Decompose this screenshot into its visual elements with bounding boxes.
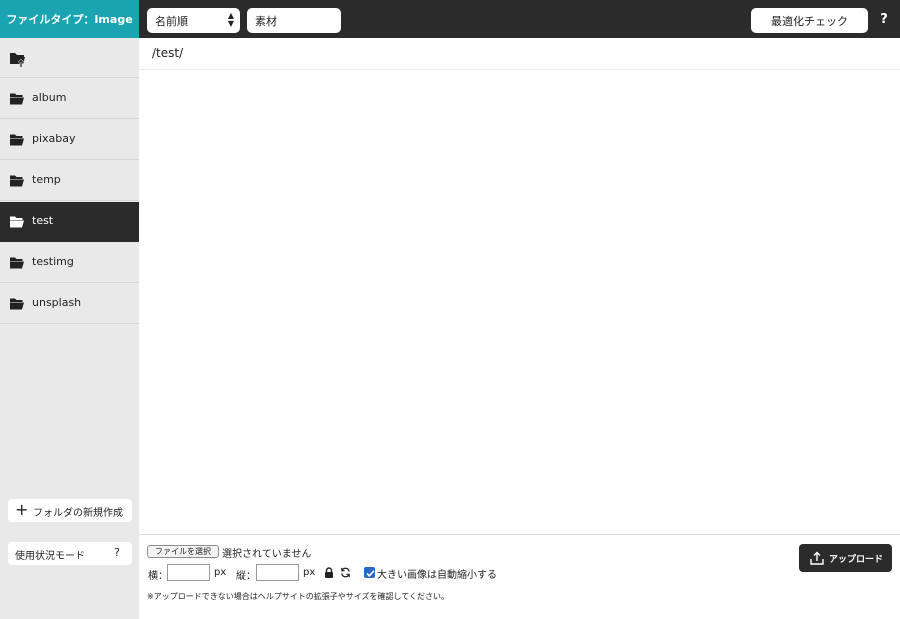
sidebar-item-label: temp xyxy=(32,173,61,186)
upload-icon xyxy=(810,551,824,565)
sidebar: album pixabay temp test testimg unsplash + フォ… xyxy=(0,38,139,619)
height-input[interactable] xyxy=(256,564,299,581)
sort-select[interactable]: 名前順 ▲ ▼ xyxy=(147,8,240,33)
sidebar-item-label: pixabay xyxy=(32,132,76,145)
top-bar: ファイルタイプ：Image 名前順 ▲▼ 最適化チェック ? xyxy=(0,0,900,38)
sidebar-item-test[interactable]: test xyxy=(0,202,139,242)
folder-open-icon xyxy=(10,175,24,187)
file-type-label: ファイルタイプ：Image xyxy=(0,0,139,38)
search-input[interactable] xyxy=(247,8,341,33)
auto-shrink-checkbox[interactable] xyxy=(364,567,375,578)
checkmark-icon xyxy=(366,570,375,577)
divider xyxy=(139,69,900,70)
lock-icon[interactable] xyxy=(324,567,334,578)
folder-open-icon xyxy=(10,298,24,310)
width-label: 横： xyxy=(148,571,168,582)
folder-open-icon xyxy=(10,134,24,146)
sidebar-item-unsplash[interactable]: unsplash xyxy=(0,284,139,324)
usage-help-icon[interactable]: ? xyxy=(114,546,120,559)
folder-up-button[interactable] xyxy=(0,38,139,78)
folder-up-icon xyxy=(10,53,25,67)
width-unit: px xyxy=(214,567,227,578)
refresh-icon[interactable] xyxy=(340,567,351,578)
sidebar-item-label: album xyxy=(32,91,67,104)
upload-note: ※アップロードできない場合はヘルプサイトの拡張子やサイズを確認してください。 xyxy=(147,592,449,601)
height-label: 縦： xyxy=(236,571,256,582)
sidebar-item-label: testimg xyxy=(32,255,74,268)
new-folder-button[interactable]: + フォルダの新規作成 xyxy=(8,499,132,522)
sidebar-item-temp[interactable]: temp xyxy=(0,161,139,201)
width-input[interactable] xyxy=(167,564,210,581)
divider xyxy=(139,534,900,535)
height-unit: px xyxy=(303,567,316,578)
sidebar-item-label: unsplash xyxy=(32,296,82,309)
upload-button[interactable]: アップロード xyxy=(799,544,892,572)
sidebar-item-testimg[interactable]: testimg xyxy=(0,243,139,283)
folder-open-icon xyxy=(10,93,24,105)
current-path: /test/ xyxy=(152,46,184,60)
new-folder-label: フォルダの新規作成 xyxy=(33,508,123,519)
no-file-selected-text: 選択されていません xyxy=(222,549,312,560)
file-choose-button[interactable]: ファイルを選択 xyxy=(147,545,219,558)
sidebar-item-label: test xyxy=(32,214,54,227)
folder-open-icon xyxy=(10,257,24,269)
sidebar-item-album[interactable]: album xyxy=(0,79,139,119)
optimize-check-button[interactable]: 最適化チェック xyxy=(751,8,868,33)
sort-select-value: 名前順 xyxy=(155,14,188,28)
select-arrows-icon: ▲ ▼ xyxy=(227,11,234,28)
usage-mode-label: 使用状況モード xyxy=(15,551,85,562)
usage-mode-button[interactable]: 使用状況モード ? xyxy=(8,542,132,565)
help-button[interactable]: ? xyxy=(876,10,892,28)
auto-shrink-label: 大きい画像は自動縮小する xyxy=(377,570,497,581)
plus-icon: + xyxy=(15,500,29,519)
sidebar-item-pixabay[interactable]: pixabay xyxy=(0,120,139,160)
upload-label: アップロード xyxy=(829,555,884,565)
folder-open-icon xyxy=(10,216,24,228)
